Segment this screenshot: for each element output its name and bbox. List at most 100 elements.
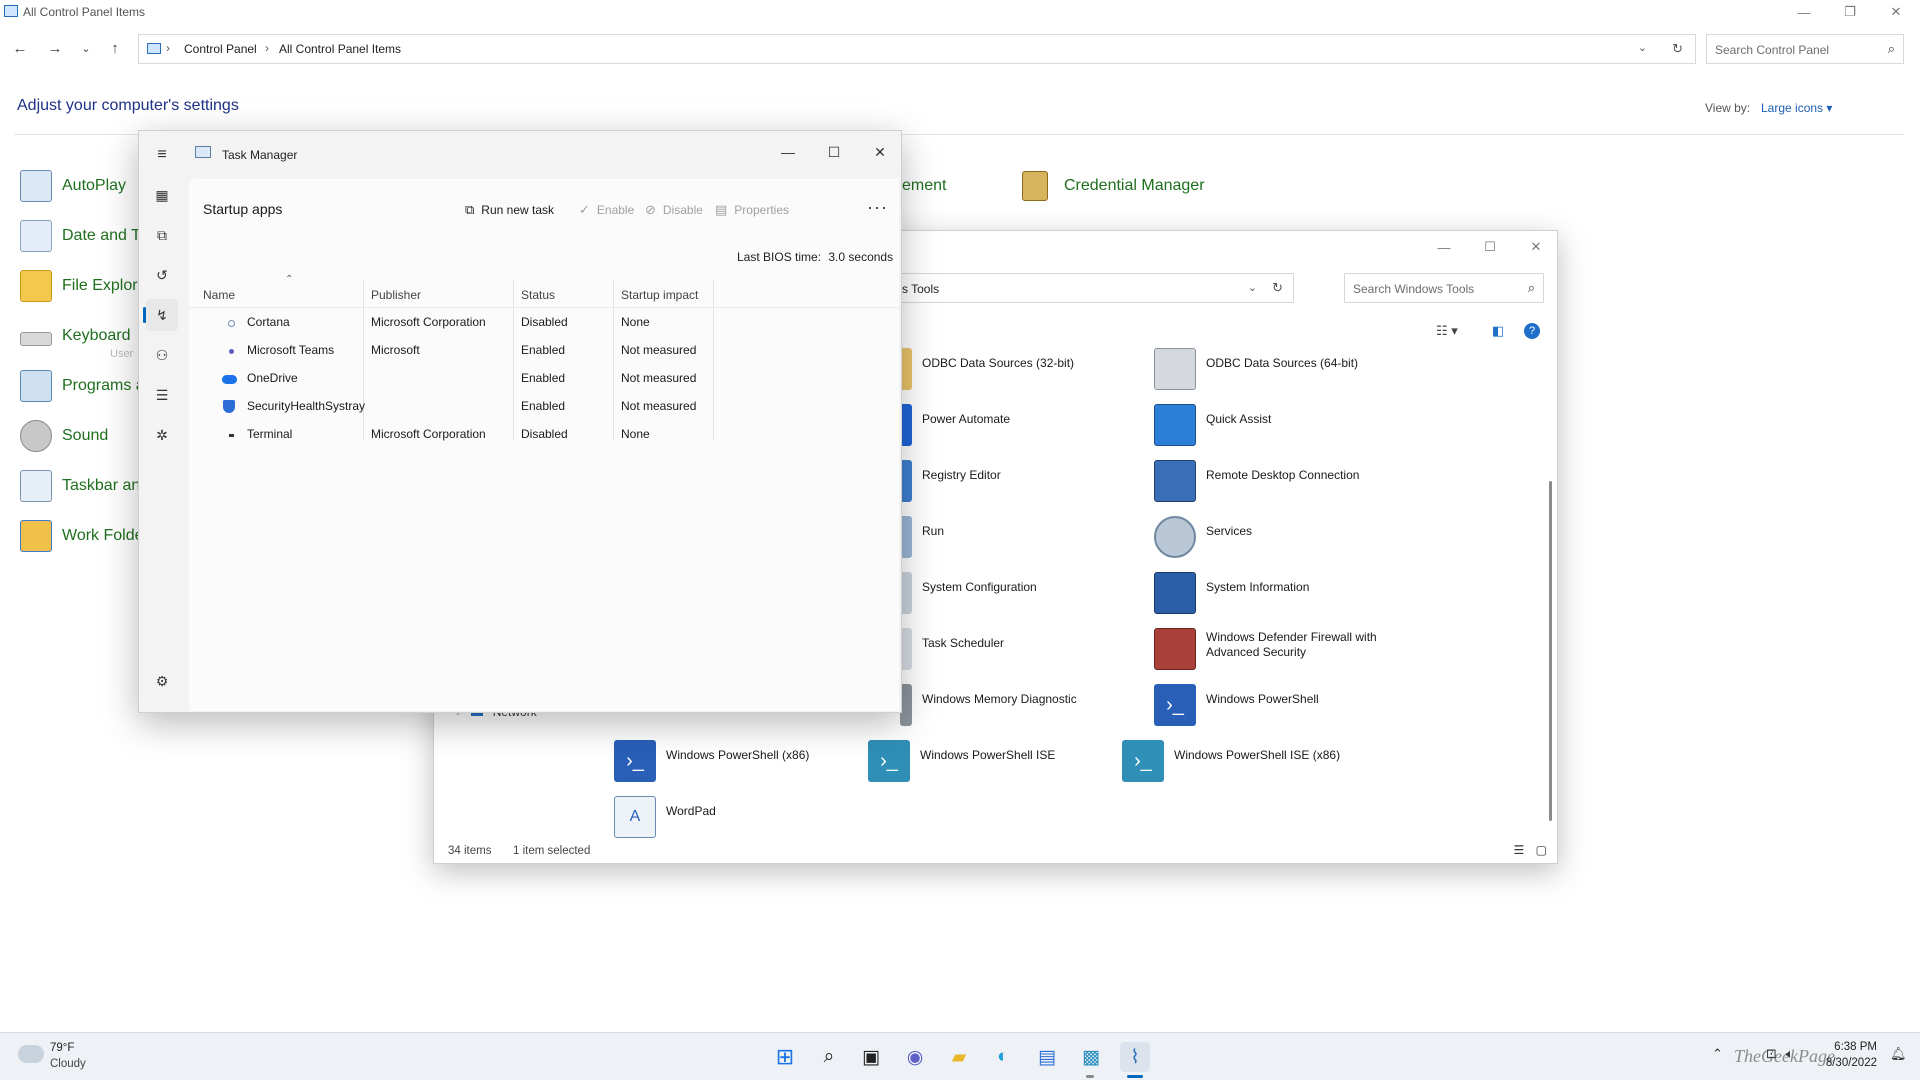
- clock-time[interactable]: 6:38 PM: [1832, 1041, 1877, 1053]
- forward-arrow-icon[interactable]: →: [45, 40, 65, 58]
- volume-icon[interactable]: 🔈︎: [1786, 1046, 1794, 1062]
- disable-circle-icon: ⊘: [645, 202, 656, 217]
- task-view-icon[interactable]: ▣: [856, 1042, 886, 1072]
- enable-button[interactable]: ✓ Enable: [579, 199, 634, 221]
- tool-powershell-ise-x86[interactable]: ›_ Windows PowerShell ISE (x86): [1122, 740, 1362, 782]
- preview-pane-icon[interactable]: ◧: [1492, 323, 1504, 339]
- weather-condition[interactable]: Cloudy: [50, 1058, 86, 1070]
- edge-browser-icon[interactable]: ◐: [988, 1042, 1018, 1072]
- search-windows-tools-input[interactable]: Search Windows Tools ⌕: [1344, 273, 1544, 303]
- table-row[interactable]: OneDrive Enabled Not measured: [189, 365, 899, 393]
- cp-item-taskbar[interactable]: Taskbar anc: [20, 468, 148, 504]
- table-row[interactable]: Cortana Microsoft Corporation Disabled N…: [189, 309, 899, 337]
- tool-system-configuration[interactable]: System Configuration: [900, 572, 1140, 614]
- startup-apps-icon[interactable]: ↯: [146, 299, 178, 331]
- table-row[interactable]: SecurityHealthSystray Enabled Not measur…: [189, 393, 899, 421]
- notifications-bell-icon[interactable]: 🔔︎: [1890, 1046, 1907, 1062]
- weather-temperature[interactable]: 79°F: [50, 1042, 74, 1054]
- tool-label: Quick Assist: [1206, 412, 1272, 426]
- processes-icon[interactable]: ▦: [146, 179, 178, 211]
- tool-registry-editor[interactable]: Registry Editor: [900, 460, 1140, 502]
- tool-powershell[interactable]: ›_ Windows PowerShell: [1154, 684, 1394, 726]
- column-header-status[interactable]: Status: [521, 288, 555, 302]
- close-button[interactable]: ✕: [1873, 0, 1919, 24]
- cp-item-partial[interactable]: ement: [902, 168, 946, 204]
- tool-power-automate[interactable]: Power Automate: [900, 404, 1140, 446]
- cloud-weather-icon[interactable]: [18, 1045, 44, 1063]
- settings-gear-icon[interactable]: ⚙: [146, 665, 178, 697]
- tool-quick-assist[interactable]: Quick Assist: [1154, 404, 1394, 446]
- table-row[interactable]: Microsoft Teams Microsoft Enabled Not me…: [189, 337, 899, 365]
- minimize-button[interactable]: —: [1421, 233, 1467, 261]
- tool-run[interactable]: Run: [900, 516, 1140, 558]
- cp-item-date-time[interactable]: Date and Ti: [20, 218, 144, 254]
- run-new-task-button[interactable]: ⧉ Run new task: [465, 199, 554, 221]
- breadcrumb-control-panel[interactable]: Control Panel: [184, 42, 257, 56]
- cp-item-work-folders[interactable]: Work Folde: [20, 518, 144, 554]
- address-box[interactable]: › Control Panel › All Control Panel Item…: [138, 34, 1696, 64]
- view-by-dropdown[interactable]: Large icons ▾: [1761, 101, 1832, 115]
- task-manager-taskbar-icon[interactable]: ⌇: [1120, 1042, 1150, 1072]
- tool-powershell-ise[interactable]: ›_ Windows PowerShell ISE: [868, 740, 1108, 782]
- cp-item-autoplay[interactable]: AutoPlay: [20, 168, 126, 204]
- properties-button[interactable]: ▤ Properties: [715, 199, 789, 221]
- chat-icon[interactable]: ◉: [900, 1042, 930, 1072]
- close-button[interactable]: ✕: [857, 139, 903, 165]
- clock-date[interactable]: 8/30/2022: [1817, 1057, 1877, 1069]
- hamburger-menu-icon[interactable]: ≡: [146, 139, 178, 171]
- cp-item-sound[interactable]: Sound: [20, 418, 108, 454]
- refresh-icon[interactable]: ↻: [1672, 41, 1683, 57]
- network-icon[interactable]: ⊡: [1766, 1046, 1777, 1062]
- minimize-button[interactable]: —: [1781, 0, 1827, 24]
- cp-item-credential-manager[interactable]: Credential Manager: [1022, 168, 1205, 204]
- tool-powershell-x86[interactable]: ›_ Windows PowerShell (x86): [614, 740, 854, 782]
- start-windows-icon[interactable]: ⊞: [770, 1042, 800, 1072]
- up-arrow-icon[interactable]: ↑: [105, 40, 125, 58]
- address-dropdown-chevron-icon[interactable]: ⌄: [1248, 281, 1257, 294]
- tool-services[interactable]: Services: [1154, 516, 1394, 558]
- tool-memory-diagnostic[interactable]: Windows Memory Diagnostic: [900, 684, 1140, 726]
- tool-system-information[interactable]: System Information: [1154, 572, 1394, 614]
- tool-odbc-32[interactable]: ODBC Data Sources (32-bit): [900, 348, 1140, 390]
- tool-remote-desktop[interactable]: Remote Desktop Connection: [1154, 460, 1394, 502]
- performance-icon[interactable]: ⧉: [146, 219, 178, 251]
- app-history-icon[interactable]: ↺: [146, 259, 178, 291]
- store-icon[interactable]: ▤: [1032, 1042, 1062, 1072]
- vertical-scrollbar[interactable]: [1549, 481, 1552, 821]
- large-icons-view-icon[interactable]: ▢: [1536, 843, 1547, 857]
- cp-item-file-explorer[interactable]: File Explore: [20, 268, 146, 304]
- more-options-icon[interactable]: ···: [867, 197, 888, 218]
- minimize-button[interactable]: —: [765, 139, 811, 165]
- help-icon[interactable]: ?: [1524, 323, 1540, 339]
- tool-odbc-64[interactable]: ODBC Data Sources (64-bit): [1154, 348, 1394, 390]
- search-control-panel-input[interactable]: Search Control Panel ⌕: [1706, 34, 1904, 64]
- refresh-icon[interactable]: ↻: [1272, 280, 1283, 296]
- restore-button[interactable]: ❐: [1827, 0, 1873, 24]
- services-icon[interactable]: ✲: [146, 419, 178, 451]
- tool-firewall[interactable]: Windows Defender Firewall with Advanced …: [1154, 628, 1394, 670]
- maximize-button[interactable]: ☐: [811, 139, 857, 165]
- details-view-icon[interactable]: ☰: [1514, 843, 1525, 857]
- file-explorer-icon[interactable]: ▰: [944, 1042, 974, 1072]
- tool-wordpad[interactable]: A WordPad: [614, 796, 854, 838]
- column-header-name[interactable]: Name: [203, 288, 235, 302]
- column-header-startup-impact[interactable]: Startup impact: [621, 288, 698, 302]
- users-icon[interactable]: ⚇: [146, 339, 178, 371]
- disable-button[interactable]: ⊘ Disable: [645, 199, 703, 221]
- address-dropdown-chevron-icon[interactable]: ⌄: [1638, 41, 1647, 54]
- column-header-publisher[interactable]: Publisher: [371, 288, 421, 302]
- breadcrumb-all-items[interactable]: All Control Panel Items: [279, 42, 401, 56]
- cp-item-programs[interactable]: Programs a: [20, 368, 145, 404]
- address-box[interactable]: s Tools ⌄ ↻: [894, 273, 1294, 303]
- control-panel-taskbar-icon[interactable]: ▩: [1076, 1042, 1106, 1072]
- details-icon[interactable]: ☰: [146, 379, 178, 411]
- tool-task-scheduler[interactable]: Task Scheduler: [900, 628, 1140, 670]
- back-arrow-icon[interactable]: ←: [10, 40, 30, 58]
- search-icon[interactable]: ⌕: [814, 1042, 844, 1072]
- table-row[interactable]: Terminal Microsoft Corporation Disabled …: [189, 421, 899, 449]
- close-button[interactable]: ✕: [1513, 233, 1559, 261]
- layout-options-icon[interactable]: ☷ ▾: [1436, 323, 1458, 339]
- show-hidden-icons-chevron-icon[interactable]: ⌃: [1712, 1046, 1723, 1062]
- recent-locations-chevron-icon[interactable]: ⌄: [76, 40, 96, 58]
- maximize-button[interactable]: ☐: [1467, 233, 1513, 261]
